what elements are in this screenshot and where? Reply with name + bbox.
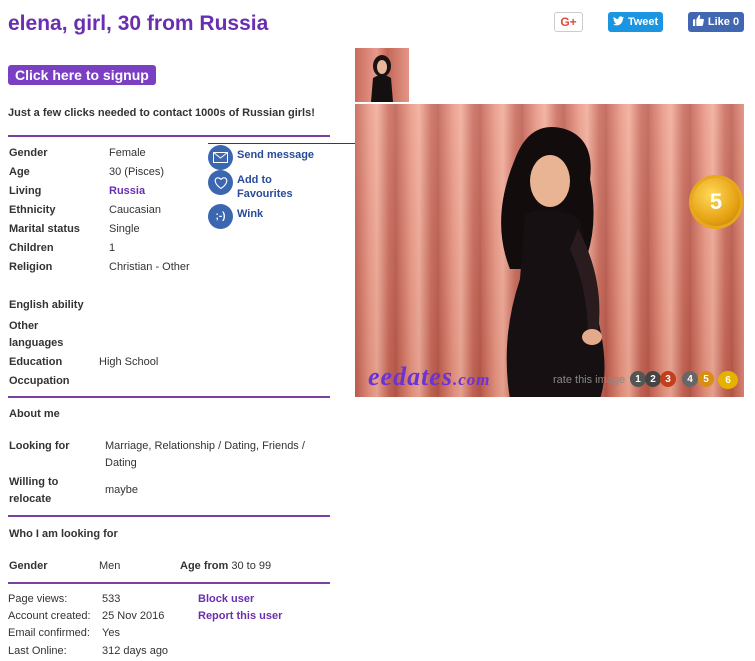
tweet-label: Tweet — [627, 16, 659, 28]
google-plus-button[interactable]: G+ — [554, 12, 583, 32]
thumbs-up-icon — [692, 15, 704, 29]
gender-value: Female — [109, 147, 146, 159]
children-value: 1 — [109, 242, 116, 254]
block-user-link[interactable]: Block user — [198, 593, 254, 605]
page-views-value: 533 — [102, 593, 121, 605]
ethnicity-value: Caucasian — [109, 204, 161, 216]
rate-5-button[interactable]: 5 — [698, 371, 714, 387]
tweet-button[interactable]: Tweet — [608, 12, 663, 32]
english-label: English ability — [9, 299, 84, 311]
favourites-label-line2: Favourites — [237, 188, 293, 200]
seeking-gender-label: Gender — [9, 560, 48, 572]
gender-label: Gender — [9, 147, 48, 159]
seeking-age-to-word: to — [246, 560, 256, 572]
rate-3-button[interactable]: 3 — [660, 371, 676, 387]
seeking-age-to: 99 — [258, 560, 272, 572]
other-languages-label-line1: Other — [9, 320, 39, 332]
divider — [8, 515, 330, 517]
about-me-heading: About me — [9, 408, 60, 420]
rate-1-button[interactable]: 1 — [630, 371, 646, 387]
looking-for-label: Looking for — [9, 440, 70, 452]
relocate-label-line2: relocate — [9, 493, 52, 505]
age-value: 30 (Pisces) — [109, 166, 165, 178]
main-profile-photo[interactable] — [355, 104, 744, 397]
facebook-like-button[interactable]: Like 0 — [688, 12, 744, 32]
marital-label: Marital status — [9, 223, 80, 235]
relocate-label-line1: Willing to — [9, 476, 59, 488]
religion-value: Christian - Other — [109, 261, 190, 273]
rate-4-button[interactable]: 4 — [682, 371, 698, 387]
divider — [8, 135, 330, 137]
seeking-age-label: Age from — [180, 560, 229, 572]
occupation-label: Occupation — [9, 375, 70, 387]
wink-face-icon: ;-) — [208, 204, 233, 229]
watermark: eedates.com — [368, 362, 491, 392]
rate-2-button[interactable]: 2 — [645, 371, 661, 387]
send-message-button[interactable]: Send message — [208, 145, 314, 170]
education-label: Education — [9, 356, 63, 368]
account-created-value: 25 Nov 2016 — [102, 610, 165, 622]
ethnicity-label: Ethnicity — [9, 204, 56, 216]
signup-button[interactable]: Click here to signup — [8, 65, 156, 85]
seeking-gender-value: Men — [99, 560, 121, 572]
email-confirmed-value: Yes — [102, 627, 120, 639]
wink-button[interactable]: ;-) Wink — [208, 204, 263, 229]
rate-6-button[interactable]: 6 — [718, 371, 738, 389]
seeking-age-from: 30 — [231, 560, 244, 572]
rating-badge: 5 — [692, 178, 740, 226]
add-to-favourites-label: Add to Favourites — [237, 170, 293, 201]
relocate-value: maybe — [105, 484, 139, 496]
twitter-bird-icon — [612, 15, 624, 29]
page-title: elena, girl, 30 from Russia — [8, 12, 269, 35]
watermark-main: eedates — [368, 362, 453, 391]
last-online-label: Last Online: — [8, 645, 67, 657]
email-confirmed-label: Email confirmed: — [8, 627, 90, 639]
looking-for-value-line2: Dating — [105, 457, 137, 469]
tagline: Just a few clicks needed to contact 1000… — [8, 107, 315, 119]
marital-value: Single — [109, 223, 140, 235]
favourites-label-line1: Add to — [237, 174, 272, 186]
seeking-age-range: Age from 30 to 99 — [180, 560, 271, 572]
send-message-label: Send message — [237, 149, 315, 161]
page-views-label: Page views: — [8, 593, 68, 605]
living-link[interactable]: Russia — [109, 185, 145, 197]
add-to-favourites-button[interactable]: Add to Favourites — [208, 170, 293, 201]
seeking-heading: Who I am looking for — [9, 528, 118, 540]
watermark-dom: .com — [452, 370, 491, 389]
last-online-value: 312 days ago — [102, 645, 169, 657]
religion-label: Religion — [9, 261, 53, 273]
like-label: Like 0 — [707, 16, 740, 28]
heart-icon — [208, 170, 233, 195]
divider — [8, 396, 330, 398]
woman-figure — [501, 127, 605, 397]
photo-thumbnail[interactable] — [355, 48, 409, 102]
age-label: Age — [9, 166, 30, 178]
education-value: High School — [99, 356, 159, 368]
rate-this-image-label: rate this image — [553, 374, 626, 386]
living-label: Living — [9, 185, 42, 197]
envelope-icon — [208, 145, 233, 170]
divider — [8, 582, 330, 584]
children-label: Children — [9, 242, 54, 254]
wink-label: Wink — [237, 208, 264, 220]
report-user-link[interactable]: Report this user — [198, 610, 282, 622]
account-created-label: Account created: — [8, 610, 91, 622]
other-languages-label-line2: languages — [9, 337, 64, 349]
looking-for-value-line1: Marriage, Relationship / Dating, Friends… — [105, 440, 305, 452]
